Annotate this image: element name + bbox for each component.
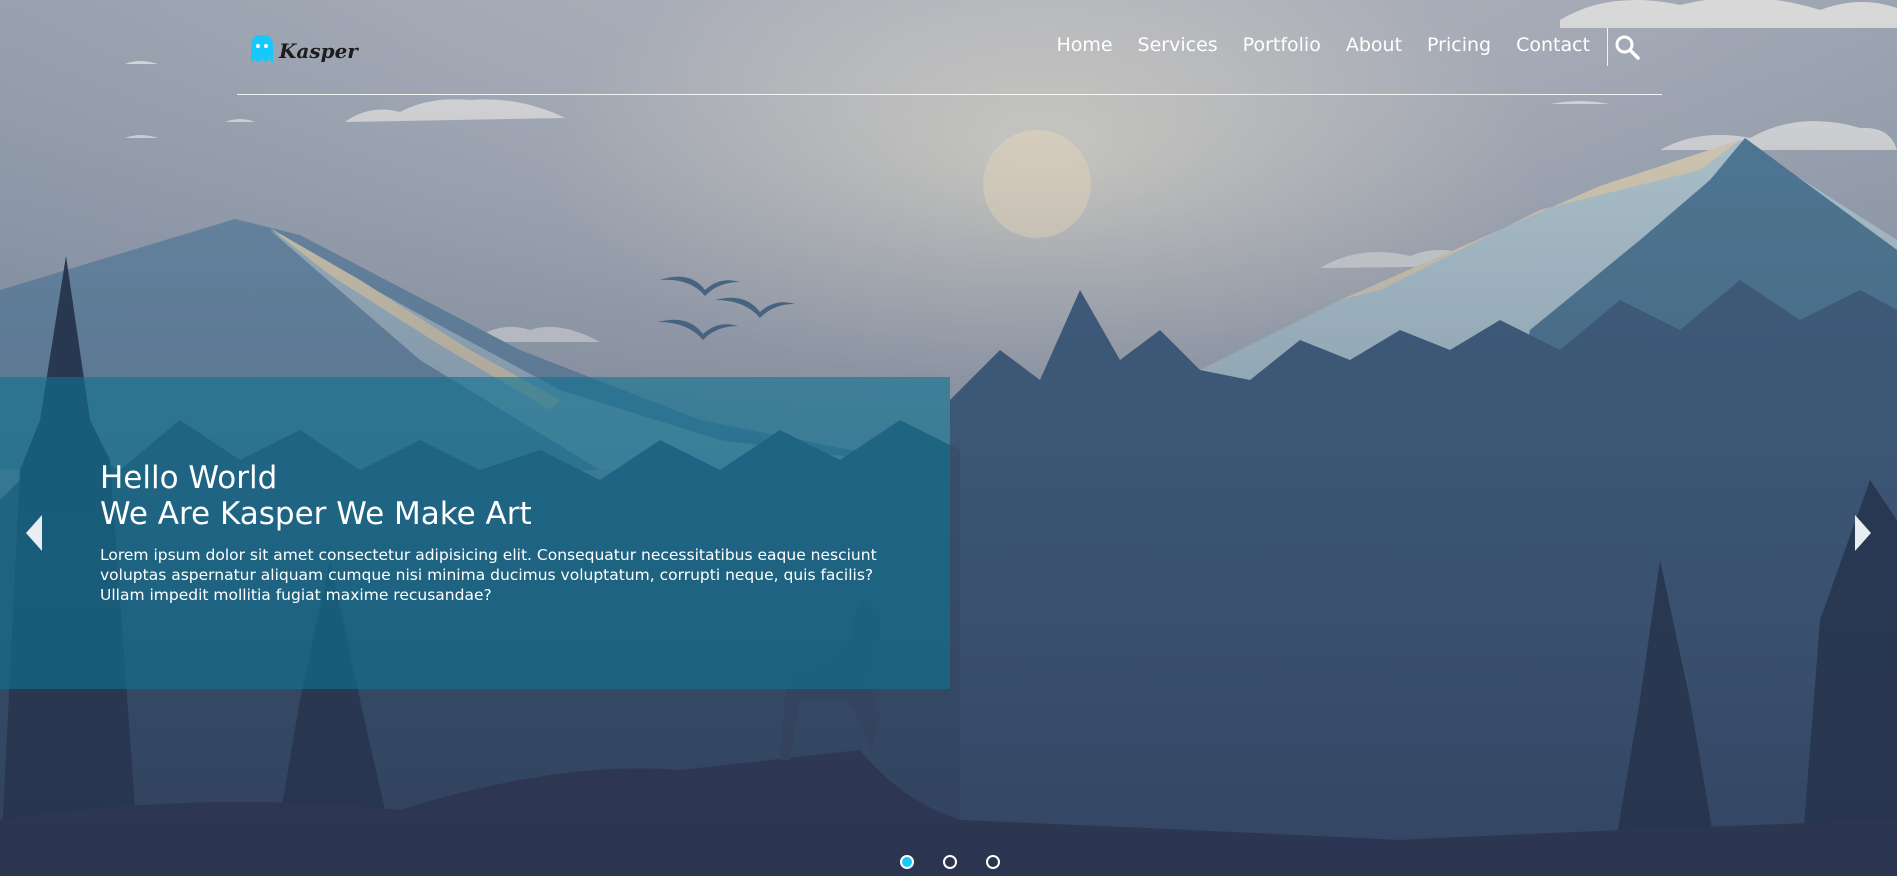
slide-bullet-1[interactable] (900, 855, 914, 869)
caret-right-icon[interactable] (1851, 513, 1873, 553)
hero-heading: Hello World We Are Kasper We Make Art (100, 460, 532, 532)
nav-divider (1607, 28, 1608, 66)
hero-text: Lorem ipsum dolor sit amet consectetur a… (100, 546, 877, 604)
slide-bullet-3[interactable] (986, 855, 1000, 869)
slider-bullets (900, 855, 1029, 869)
caret-left-icon[interactable] (24, 513, 46, 553)
nav-home-link[interactable]: Home (1056, 34, 1112, 56)
logo-text: Kasper (279, 39, 358, 63)
hero-section: Kasper Home Services Portfolio About Pri… (0, 0, 1897, 876)
nav-contact-link[interactable]: Contact (1516, 34, 1590, 56)
hero-heading-line2: We Are Kasper We Make Art (100, 496, 532, 532)
hero-heading-line1: Hello World (100, 460, 278, 496)
nav-pricing-link[interactable]: Pricing (1427, 34, 1491, 56)
nav-portfolio-link[interactable]: Portfolio (1243, 34, 1321, 56)
nav-about-link[interactable]: About (1346, 34, 1402, 56)
nav-services-link[interactable]: Services (1138, 34, 1218, 56)
main-nav: Home Services Portfolio About Pricing Co… (1031, 34, 1590, 56)
logo[interactable]: Kasper (249, 30, 359, 66)
hero-content-box: Hello World We Are Kasper We Make Art Lo… (0, 377, 950, 689)
site-header: Kasper Home Services Portfolio About Pri… (237, 0, 1662, 95)
slide-bullet-2[interactable] (943, 855, 957, 869)
ghost-icon (251, 35, 273, 63)
search-icon[interactable] (1614, 34, 1640, 60)
